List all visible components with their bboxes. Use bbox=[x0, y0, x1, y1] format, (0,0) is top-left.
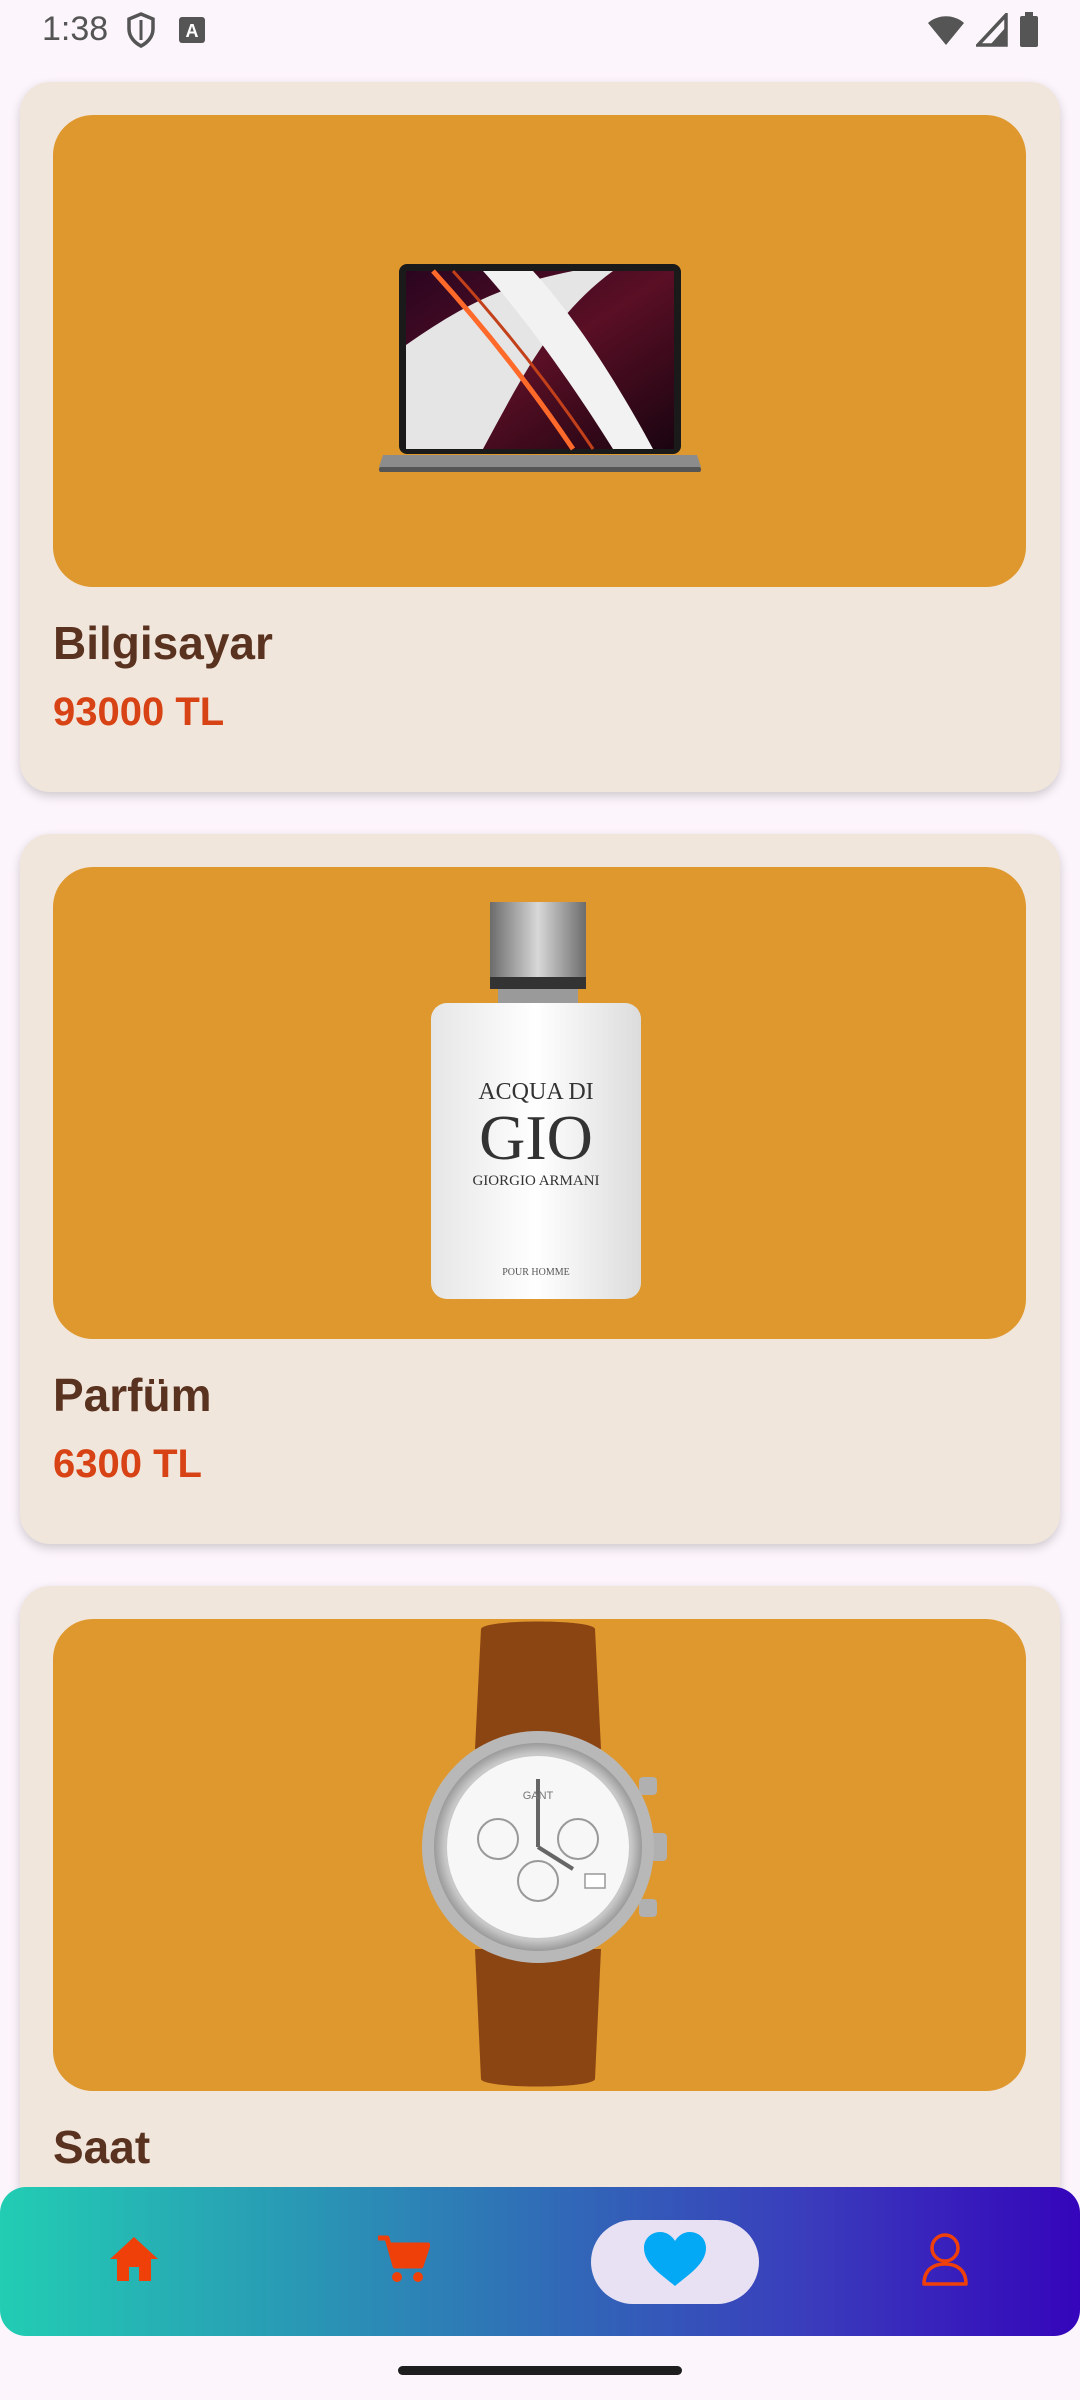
watch-image: GANT bbox=[422, 1621, 667, 2087]
perfume-image: ACQUA DI GIO GIORGIO ARMANI POUR HOMME bbox=[431, 902, 641, 1299]
home-icon bbox=[108, 2235, 160, 2288]
nav-item-favorites[interactable] bbox=[590, 2187, 760, 2336]
product-list: Bilgisayar 93000 TL ACQUA DI GIO GIORGIO… bbox=[0, 0, 1080, 2400]
product-name: Saat bbox=[53, 2121, 151, 2173]
gesture-navigation-bar[interactable] bbox=[398, 2366, 682, 2375]
product-name: Parfüm bbox=[53, 1369, 212, 1421]
nav-item-profile[interactable] bbox=[860, 2187, 1030, 2336]
bottom-navigation bbox=[0, 2187, 1080, 2336]
product-card[interactable]: ACQUA DI GIO GIORGIO ARMANI POUR HOMME P… bbox=[20, 834, 1060, 1544]
user-icon bbox=[921, 2232, 969, 2291]
perfume-label-line3: GIORGIO ARMANI bbox=[472, 1173, 599, 1189]
heart-icon bbox=[642, 2230, 708, 2293]
cart-icon bbox=[376, 2232, 431, 2291]
product-name: Bilgisayar bbox=[53, 617, 273, 669]
product-image: GANT bbox=[53, 1619, 1026, 2091]
nav-item-home[interactable] bbox=[49, 2187, 219, 2336]
product-card[interactable]: Bilgisayar 93000 TL bbox=[20, 82, 1060, 792]
watch-brand-label: GANT bbox=[523, 1790, 554, 1802]
nav-item-cart[interactable] bbox=[318, 2187, 488, 2336]
laptop-image bbox=[379, 264, 701, 472]
app-screen: 1:38 A Bilgisayar 93000 TL ACQUA DI GIO … bbox=[0, 0, 1080, 2400]
perfume-label-line2: GIO bbox=[479, 1102, 593, 1173]
product-price: 6300 TL bbox=[53, 1442, 202, 1486]
perfume-label-line4: POUR HOMME bbox=[502, 1267, 570, 1278]
product-image bbox=[53, 115, 1026, 587]
product-price: 93000 TL bbox=[53, 690, 225, 734]
product-image: ACQUA DI GIO GIORGIO ARMANI POUR HOMME bbox=[53, 867, 1026, 1339]
